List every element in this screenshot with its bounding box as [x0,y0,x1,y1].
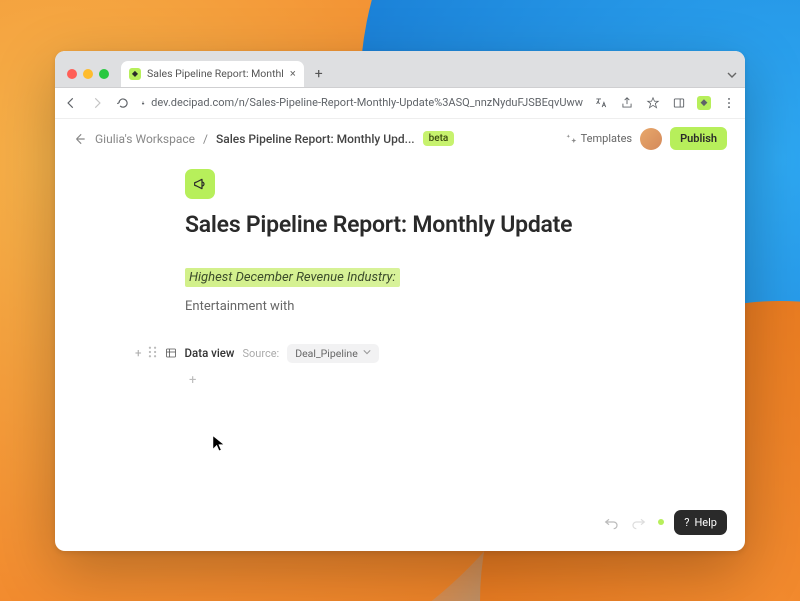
tab-strip: ◆ Sales Pipeline Report: Monthl × + [55,51,745,88]
templates-button[interactable]: Templates [566,132,632,145]
extension-icon[interactable]: ◆ [697,96,711,110]
address-bar-actions: ◆ [593,95,737,111]
help-button[interactable]: ? Help [674,510,727,535]
cursor-icon [211,434,227,454]
data-view-label: Data view [185,346,235,360]
source-value: Deal_Pipeline [295,347,358,360]
redo-button[interactable] [630,513,648,531]
sparkle-icon [566,133,577,144]
status-dot [658,519,664,525]
drag-handle-icon[interactable] [148,346,157,361]
close-window-button[interactable] [67,69,77,79]
highlight-text[interactable]: Highest December Revenue Industry: [185,268,400,287]
add-block-icon[interactable]: + [135,346,142,360]
back-button[interactable] [63,95,79,111]
kebab-menu-button[interactable] [721,95,737,111]
forward-button[interactable] [89,95,105,111]
url-field[interactable]: dev.decipad.com/n/Sales-Pipeline-Report-… [141,96,583,109]
share-icon[interactable] [619,95,635,111]
maximize-window-button[interactable] [99,69,109,79]
window-controls [63,69,115,87]
doc-emoji-icon[interactable] [185,169,215,199]
reload-button[interactable] [115,95,131,111]
table-icon [165,347,177,359]
minimize-window-button[interactable] [83,69,93,79]
megaphone-icon [192,176,208,192]
translate-icon[interactable] [593,95,609,111]
app-header: Giulia's Workspace / Sales Pipeline Repo… [55,119,745,159]
page-title[interactable]: Sales Pipeline Report: Monthly Update [185,211,685,238]
browser-window: ◆ Sales Pipeline Report: Monthl × + dev.… [55,51,745,551]
breadcrumb-doc[interactable]: Sales Pipeline Report: Monthly Upd... [216,132,415,146]
beta-badge: beta [423,131,455,146]
avatar[interactable] [640,128,662,150]
add-row-button[interactable]: + [189,373,685,388]
favicon-icon: ◆ [129,68,141,80]
breadcrumb-separator: / [203,132,208,146]
body-line[interactable]: Entertainment with [185,299,685,314]
bookmark-icon[interactable] [645,95,661,111]
new-tab-button[interactable]: + [308,63,330,85]
footer-actions: ? Help [602,510,727,535]
templates-label: Templates [581,132,632,145]
data-view-block: + Data view Source: Deal_Pipeline [135,344,685,363]
lock-icon [141,98,145,108]
source-select[interactable]: Deal_Pipeline [287,344,379,363]
help-label: Help [694,516,717,529]
url-text: dev.decipad.com/n/Sales-Pipeline-Report-… [151,96,583,109]
tab-title: Sales Pipeline Report: Monthl [147,67,284,80]
publish-label: Publish [680,132,717,145]
chevron-down-icon [363,348,371,358]
question-icon: ? [684,516,689,529]
address-bar: dev.decipad.com/n/Sales-Pipeline-Report-… [55,88,745,119]
breadcrumb-workspace[interactable]: Giulia's Workspace [95,132,195,146]
tabs-dropdown-button[interactable] [727,70,737,83]
undo-button[interactable] [602,513,620,531]
document-body: Sales Pipeline Report: Monthly Update Hi… [55,159,745,551]
source-label: Source: [242,347,279,360]
breadcrumb-back-button[interactable] [73,132,87,146]
block-handle[interactable]: + [135,346,157,361]
publish-button[interactable]: Publish [670,127,727,150]
sidepanel-icon[interactable] [671,95,687,111]
browser-tab[interactable]: ◆ Sales Pipeline Report: Monthl × [121,61,304,87]
close-tab-button[interactable]: × [290,67,296,80]
